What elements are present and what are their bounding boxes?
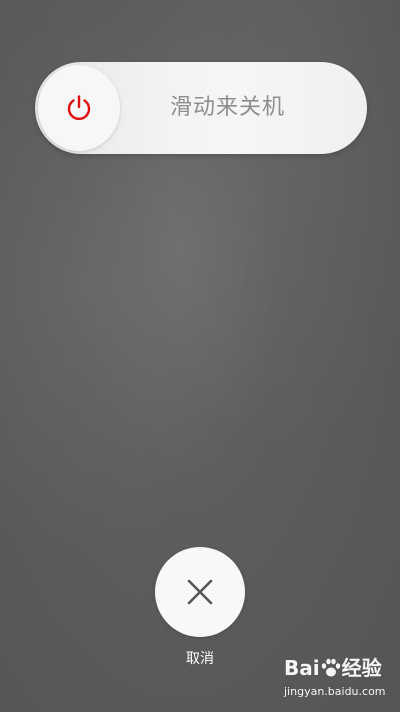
- paw-icon: [321, 658, 340, 677]
- watermark-logo-suffix: 经验: [341, 656, 382, 680]
- baidu-jingyan-watermark: Bai 经验 jingyan.baidu.com: [272, 655, 392, 705]
- watermark-logo-text: Bai: [284, 656, 320, 680]
- power-icon: [67, 95, 91, 121]
- close-icon: [187, 579, 213, 605]
- cancel-button[interactable]: [155, 547, 245, 637]
- watermark-logo: Bai 经验: [284, 655, 382, 681]
- cancel-label: 取消: [186, 651, 214, 667]
- watermark-url: jingyan.baidu.com: [284, 685, 386, 698]
- slide-to-power-off-label: 滑动来关机: [170, 95, 286, 120]
- power-off-slider-knob[interactable]: [38, 65, 120, 151]
